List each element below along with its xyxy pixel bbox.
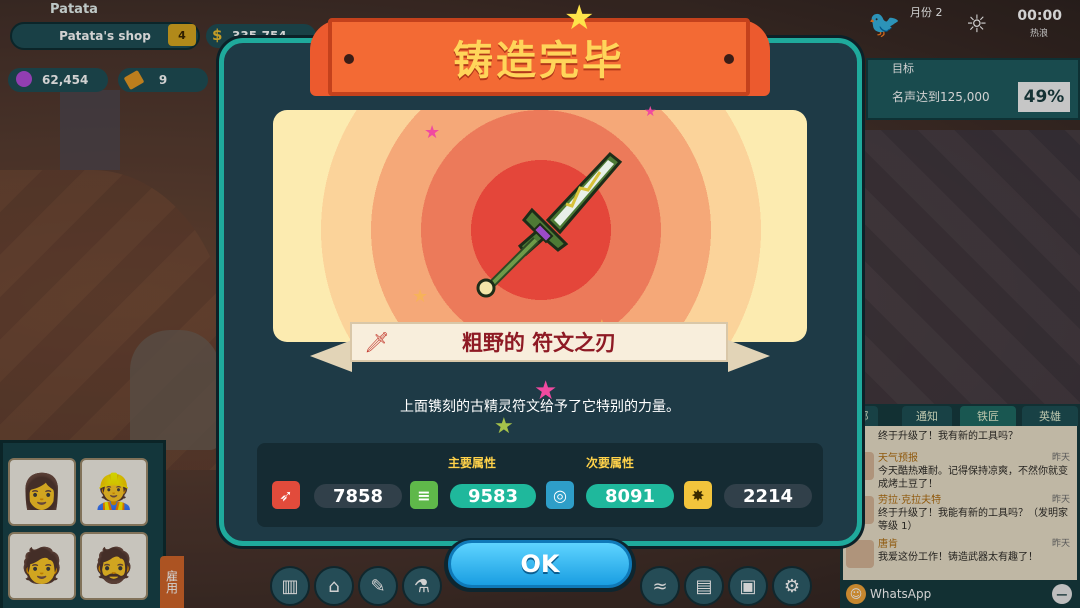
item-description: 上面镌刻的古精灵符文给予了它特别的力量。 — [400, 399, 680, 415]
sparkle-icon: ★ — [412, 286, 429, 307]
dialog-title: 铸造完毕 — [453, 38, 625, 84]
attack-icon: ➶ — [272, 481, 300, 509]
sparkle-icon: ★ — [494, 414, 514, 439]
sword-category-icon: 🗡 — [364, 330, 390, 354]
primary-stat-label: 主要属性 — [448, 456, 497, 470]
star-icon: ★ — [564, 0, 595, 38]
stat-value: 8091 — [586, 484, 674, 508]
dialog-banner: 铸造完毕 — [328, 18, 750, 96]
stat-value: 9583 — [450, 484, 536, 508]
item-name: 粗野的 符文之刃 — [461, 331, 617, 355]
sparkle-icon: ★ — [644, 104, 657, 120]
banner-rivet — [724, 54, 734, 64]
star-burst-icon: ✸ — [684, 481, 712, 509]
stat-value: 2214 — [724, 484, 812, 508]
item-name-ribbon: 粗野的 符文之刃 — [350, 322, 728, 362]
ok-button[interactable]: OK — [448, 540, 632, 588]
rune-blade-illustration — [476, 151, 623, 298]
secondary-stat-label: 次要属性 — [586, 456, 635, 470]
target-icon: ◎ — [546, 481, 574, 509]
banner-rivet — [344, 54, 354, 64]
stat-value: 7858 — [314, 484, 402, 508]
ribbon-tail-right — [728, 340, 770, 372]
sparkle-icon: ★ — [424, 122, 441, 143]
craft-icon: ≡ — [410, 481, 438, 509]
ribbon-tail-left — [310, 340, 352, 372]
